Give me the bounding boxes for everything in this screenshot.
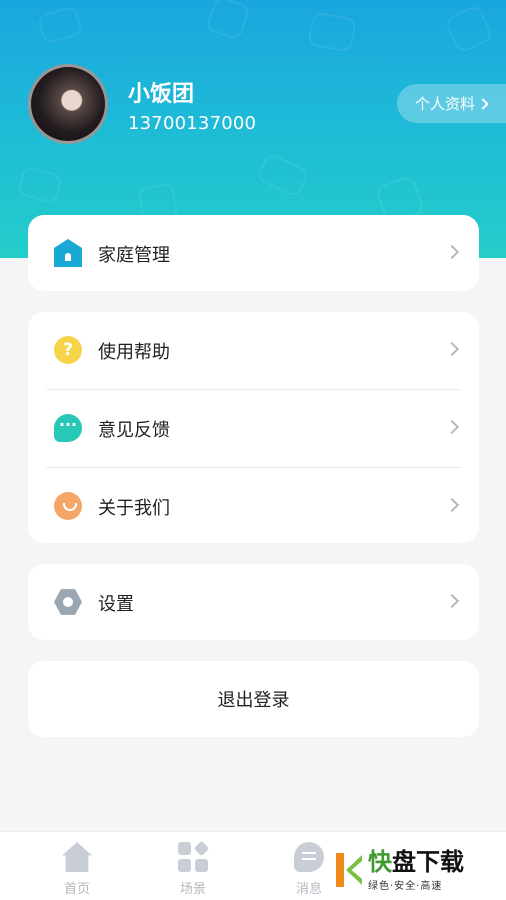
smile-icon: [54, 492, 82, 520]
watermark-logo: 快盘下载 绿色·安全·高速: [334, 846, 506, 894]
chat-bubble-icon: ···: [54, 414, 82, 442]
menu-item-label: 设置: [98, 593, 134, 615]
chevron-right-icon: [444, 593, 460, 609]
chevron-right-icon: [444, 341, 460, 357]
profile-details-button[interactable]: 个人资料: [397, 84, 506, 123]
menu-item-label: 使用帮助: [98, 341, 170, 363]
background-pattern: [36, 5, 84, 45]
logout-label: 退出登录: [217, 690, 290, 711]
menu-item-label: 家庭管理: [98, 244, 170, 266]
menu-card-settings: 设置: [28, 564, 479, 640]
tab-label: 消息: [295, 882, 322, 897]
user-phone: 13700137000: [128, 113, 257, 134]
menu-item-label: 关于我们: [98, 497, 170, 519]
menu-item-help[interactable]: ? 使用帮助: [28, 312, 479, 389]
menu-item-about-us[interactable]: 关于我们: [28, 468, 479, 545]
hexagon-settings-icon: [54, 589, 82, 615]
tab-messages[interactable]: 消息: [279, 842, 339, 897]
user-name: 小饭团: [128, 82, 195, 107]
house-icon: [54, 239, 82, 267]
background-pattern: [307, 11, 357, 53]
menu-card-support: ? 使用帮助 ··· 意见反馈 关于我们: [28, 312, 479, 543]
chevron-right-icon: [444, 419, 460, 435]
avatar[interactable]: [28, 64, 108, 144]
background-pattern: [204, 0, 252, 42]
grid-icon: [178, 840, 210, 872]
profile-details-label: 个人资料: [415, 95, 476, 113]
message-icon: [294, 842, 324, 872]
home-icon: [62, 842, 92, 872]
menu-card-family: 家庭管理: [28, 215, 479, 291]
tab-label: 首页: [63, 882, 90, 897]
chevron-right-icon: [477, 97, 489, 110]
tab-home[interactable]: 首页: [47, 842, 107, 897]
background-pattern: [16, 165, 64, 205]
background-pattern: [443, 3, 495, 55]
watermark-title-2: 盘下载: [392, 847, 464, 876]
background-pattern: [255, 151, 311, 199]
menu-item-label: 意见反馈: [98, 419, 170, 441]
menu-item-family-management[interactable]: 家庭管理: [28, 215, 479, 292]
menu-item-settings[interactable]: 设置: [28, 564, 479, 641]
logout-button[interactable]: 退出登录: [28, 661, 479, 737]
chevron-right-icon: [444, 244, 460, 260]
question-icon: ?: [54, 336, 82, 364]
chevron-right-icon: [444, 497, 460, 513]
tab-scene[interactable]: 场景: [163, 840, 223, 897]
watermark-subtitle: 绿色·安全·高速: [368, 880, 443, 892]
watermark-title-1: 快: [368, 847, 392, 876]
tab-label: 场景: [179, 882, 206, 897]
k-logo-icon: [334, 851, 364, 889]
menu-item-feedback[interactable]: ··· 意见反馈: [28, 390, 479, 467]
